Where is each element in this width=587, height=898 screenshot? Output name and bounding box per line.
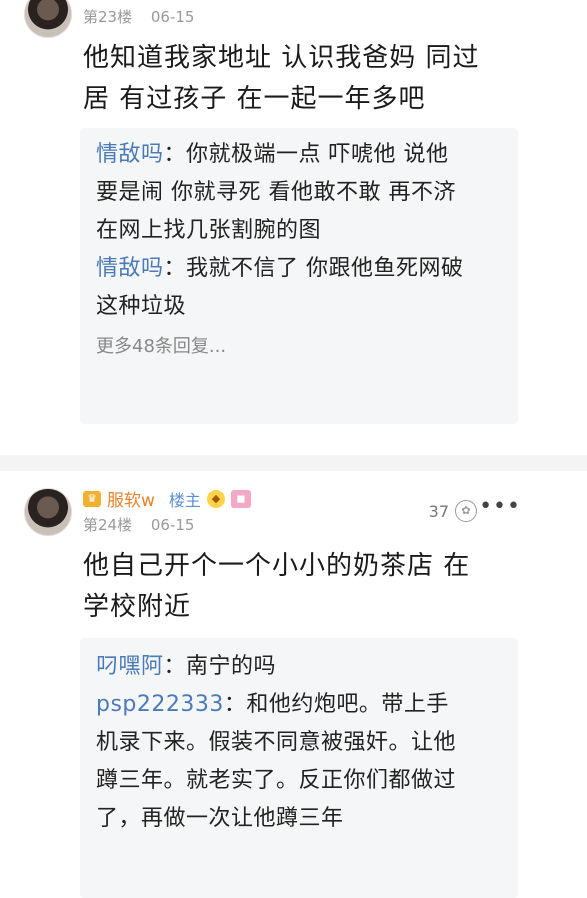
post-content: 他自己开个一个小小的奶茶店 在 学校附近: [83, 546, 563, 628]
like-button[interactable]: 37 ✿: [429, 500, 477, 522]
reply-text-line: 要是闹 你就寻死 看他敢不敢 再不济: [96, 180, 456, 205]
reply-item[interactable]: psp222333：和他约炮吧。带上手 机录下来。假装不同意被强奸。让他 蹲三年…: [80, 686, 518, 838]
reply-text-line: 在网上找几张割腕的图: [96, 218, 322, 243]
reply-text-line: 机录下来。假装不同意被强奸。让他: [96, 730, 457, 755]
user-row: ♛ 服软w 楼主 ◆ ◼: [83, 486, 251, 511]
reply-text-line: 和他约炮吧。带上手: [246, 692, 449, 717]
reply-item[interactable]: 情敌吗：你就极端一点 吓唬他 说他 要是闹 你就寻死 看他敢不敢 再不济 在网上…: [80, 136, 518, 250]
post-meta: 第23楼 06-15: [83, 6, 194, 27]
reply-separator: ：: [163, 654, 187, 679]
diamond-badge-icon: ◆: [206, 489, 225, 508]
reply-separator: ：: [163, 142, 187, 167]
post-divider: [0, 455, 587, 471]
floor-label: 第23楼: [83, 8, 133, 26]
reply-text-line: 你就极端一点 吓唬他 说他: [186, 142, 449, 167]
crown-icon: ♛: [83, 490, 101, 507]
reply-box: 叼嘿阿：南宁的吗 psp222333：和他约炮吧。带上手 机录下来。假装不同意被…: [80, 638, 518, 898]
post-date: 06-15: [150, 516, 195, 534]
post-content: 他知道我家地址 认识我爸妈 同过 居 有过孩子 在一起一年多吧: [83, 38, 563, 120]
reply-text-line: 这种垃圾: [96, 294, 187, 319]
reply-nick[interactable]: psp222333: [96, 692, 224, 717]
reply-nick[interactable]: 叼嘿阿: [96, 654, 164, 679]
level-badge-icon: ◼: [230, 489, 251, 508]
post-content-line: 他知道我家地址 认识我爸妈 同过: [83, 43, 480, 73]
post-date: 06-15: [150, 8, 195, 26]
like-count: 37: [428, 501, 449, 521]
reply-text-line: 了，再做一次让他蹲三年: [96, 806, 344, 831]
post-content-line: 居 有过孩子 在一起一年多吧: [83, 84, 426, 114]
floor-label: 第24楼: [83, 516, 133, 534]
reply-separator: ：: [163, 256, 187, 281]
post-content-line: 他自己开个一个小小的奶茶店 在: [83, 551, 471, 581]
post-content-line: 学校附近: [83, 592, 192, 622]
reply-text-line: 南宁的吗: [186, 654, 277, 679]
owner-badge: 楼主: [168, 490, 201, 510]
more-options-icon[interactable]: •••: [479, 494, 521, 519]
reply-nick[interactable]: 情敌吗: [96, 142, 164, 167]
post-meta: 第24楼 06-15: [83, 514, 194, 535]
avatar[interactable]: [24, 0, 72, 38]
reply-nick[interactable]: 情敌吗: [96, 256, 164, 281]
username[interactable]: 服软w: [107, 486, 155, 511]
reply-item[interactable]: 情敌吗：我就不信了 你跟他鱼死网破 这种垃圾: [80, 250, 518, 326]
reply-item[interactable]: 叼嘿阿：南宁的吗: [80, 648, 518, 686]
like-icon[interactable]: ✿: [455, 500, 477, 522]
reply-separator: ：: [223, 692, 247, 717]
reply-text-line: 我就不信了 你跟他鱼死网破: [186, 256, 464, 281]
reply-text-line: 蹲三年。就老实了。反正你们都做过: [96, 768, 457, 793]
avatar[interactable]: [24, 488, 72, 536]
reply-box: 情敌吗：你就极端一点 吓唬他 说他 要是闹 你就寻死 看他敢不敢 再不济 在网上…: [80, 128, 518, 424]
more-replies-link[interactable]: 更多48条回复...: [80, 326, 518, 358]
